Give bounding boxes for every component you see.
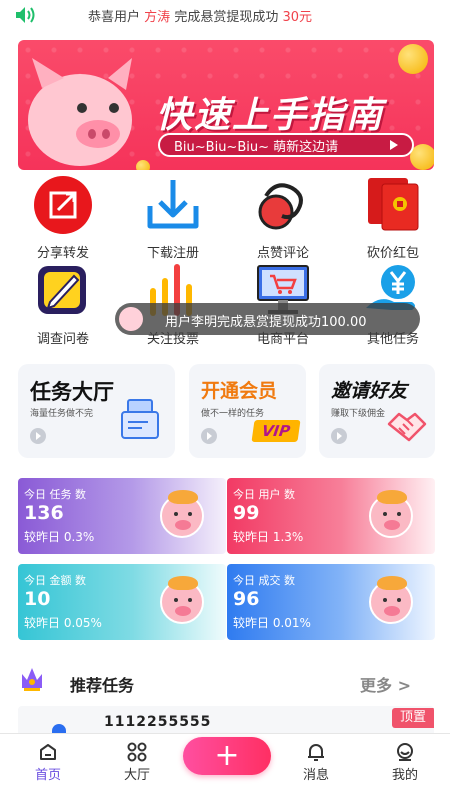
user-face-icon: [397, 743, 413, 761]
nav-label: 我的: [391, 768, 418, 783]
notice-marquee: 恭喜用户 方涛 完成悬赏提现成功 30元: [0, 0, 450, 30]
survey-icon: [34, 262, 92, 320]
nav-label: 大厅: [123, 768, 150, 783]
promo-card-invite[interactable]: 邀请好友 赚取下级佣金: [319, 364, 435, 458]
toast-text: 用户李明完成悬赏提现成功100.00: [165, 315, 367, 330]
stat-value: 10: [24, 588, 51, 610]
grid-label: 砍价红包: [366, 246, 419, 261]
publish-plus-button[interactable]: +: [183, 737, 271, 775]
pig-mascot-icon: [28, 58, 132, 166]
coin-decoration: [398, 44, 428, 74]
promo-title: 任务大厅: [30, 380, 114, 404]
nav-messages[interactable]: 消息: [286, 734, 346, 792]
play-arrow-icon: [390, 140, 398, 150]
stat-compare: 较昨日 1.3%: [233, 530, 304, 544]
pinned-badge: 顶置: [392, 708, 434, 728]
grid-item-redpacket[interactable]: 砍价红包: [336, 176, 446, 266]
plus-icon: +: [214, 738, 240, 773]
notice-text: 恭喜用户 方涛 完成悬赏提现成功 30元: [88, 6, 312, 25]
notice-amount: 30元: [282, 10, 313, 25]
stat-label: 今日 任务 数: [24, 488, 86, 501]
grid-item-like[interactable]: 点赞评论: [226, 176, 336, 266]
stat-card-tasks: 今日 任务 数 136 较昨日 0.3%: [18, 478, 226, 554]
grid-label: 下载注册: [146, 246, 199, 261]
nav-home[interactable]: 首页: [18, 734, 78, 792]
guide-banner[interactable]: 快速上手指南 Biu~Biu~Biu~ 萌新这边请: [18, 40, 434, 170]
stat-label: 今日 成交 数: [233, 574, 295, 587]
grid-label: 点赞评论: [256, 246, 309, 261]
pig-avatar-icon: [160, 576, 204, 624]
stat-label: 今日 用户 数: [233, 488, 295, 501]
stat-card-deals: 今日 成交 数 96 较昨日 0.01%: [227, 564, 435, 640]
pig-avatar-icon: [369, 576, 413, 624]
promo-title: 开通会员: [201, 380, 278, 402]
promo-title: 邀请好友: [331, 380, 408, 402]
nav-mine[interactable]: 我的: [375, 734, 435, 792]
promo-subtitle: 赚取下级佣金: [331, 409, 386, 419]
stat-card-users: 今日 用户 数 99 较昨日 1.3%: [227, 478, 435, 554]
grid-item-survey[interactable]: 调查问卷: [6, 262, 116, 352]
task-number: 1112255555: [104, 714, 212, 730]
promo-subtitle: 海量任务做不完: [30, 409, 94, 419]
documents-icon: [121, 399, 159, 439]
home-icon: [40, 744, 56, 760]
pig-avatar-icon: [160, 490, 204, 538]
vip-badge-icon: VIP: [251, 420, 301, 442]
promo-subtitle: 做不一样的任务: [201, 409, 265, 419]
stat-label: 今日 金额 数: [24, 574, 86, 587]
stat-value: 136: [24, 502, 64, 524]
crown-icon: [22, 668, 42, 691]
promo-card-hall[interactable]: 任务大厅 海量任务做不完: [18, 364, 175, 458]
promo-card-vip[interactable]: 开通会员 做不一样的任务 VIP: [189, 364, 306, 458]
download-icon: [144, 176, 202, 234]
speaker-icon: [16, 7, 35, 23]
nav-label: 消息: [302, 768, 329, 783]
banner-cta-pill[interactable]: Biu~Biu~Biu~ 萌新这边请: [158, 133, 414, 157]
banner-cta-text: Biu~Biu~Biu~ 萌新这边请: [174, 139, 339, 155]
pig-avatar-icon: [119, 307, 143, 331]
recommend-more-link[interactable]: 更多 >: [360, 672, 411, 696]
pig-avatar-icon: [369, 490, 413, 538]
stat-compare: 较昨日 0.05%: [24, 616, 102, 630]
arrow-right-icon: [30, 428, 46, 444]
grid-item-download[interactable]: 下载注册: [116, 176, 226, 266]
notice-prefix: 恭喜用户: [88, 10, 141, 25]
stat-compare: 较昨日 0.01%: [233, 616, 311, 630]
arrow-right-icon: [201, 428, 217, 444]
stat-card-amount: 今日 金额 数 10 较昨日 0.05%: [18, 564, 226, 640]
banner-title: 快速上手指南: [156, 95, 385, 136]
grid-item-share[interactable]: 分享转发: [6, 176, 116, 266]
red-packet-icon: [364, 176, 422, 234]
stat-value: 99: [233, 502, 260, 524]
grid-label: 分享转发: [36, 246, 89, 261]
share-icon: [34, 176, 92, 234]
like-icon: [254, 176, 312, 234]
stat-value: 96: [233, 588, 260, 610]
notice-user: 方涛: [144, 10, 171, 25]
grid-label: 调查问卷: [36, 332, 89, 347]
grid-icon: [127, 742, 147, 762]
nav-hall[interactable]: 大厅: [107, 734, 167, 792]
stat-compare: 较昨日 0.3%: [24, 530, 95, 544]
notice-action: 完成悬赏提现成功: [174, 10, 279, 25]
toast-notification: 用户李明完成悬赏提现成功100.00: [115, 303, 420, 335]
handshake-icon: [387, 412, 427, 442]
bell-icon: [308, 744, 324, 761]
arrow-right-icon: [331, 428, 347, 444]
recommend-title: 推荐任务: [70, 676, 135, 695]
nav-label: 首页: [34, 768, 61, 783]
